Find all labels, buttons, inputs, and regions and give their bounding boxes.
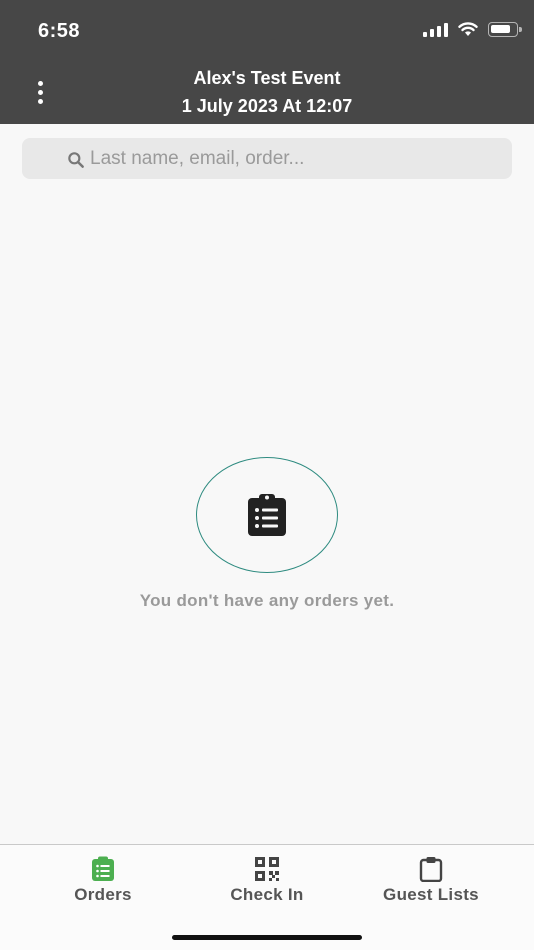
tab-check-in-label: Check In [230, 885, 304, 904]
clipboard-list-icon [248, 494, 286, 536]
qr-code-icon [253, 855, 281, 883]
clipboard-list-icon [89, 855, 117, 883]
app-header: 6:58 Alex's Test Event 1 July 2023 At 12… [0, 0, 534, 124]
search-icon [68, 152, 84, 168]
cellular-signal-icon [423, 22, 448, 37]
empty-state-message: You don't have any orders yet. [139, 591, 395, 610]
tab-check-in[interactable]: Check In [187, 855, 347, 905]
tab-orders-label: Orders [74, 885, 132, 904]
event-name: Alex's Test Event [193, 68, 341, 88]
status-time: 6:58 [38, 20, 81, 42]
status-icons [423, 22, 522, 37]
tab-guest-lists-label: Guest Lists [383, 885, 479, 904]
battery-icon [488, 22, 522, 37]
tab-orders[interactable]: Orders [23, 855, 183, 905]
tab-guest-lists[interactable]: Guest Lists [351, 855, 511, 905]
search-bar[interactable] [22, 138, 512, 179]
wifi-icon [458, 22, 478, 36]
clipboard-icon [417, 855, 445, 883]
empty-state-illustration [196, 457, 338, 573]
event-date: 1 July 2023 At 12:07 [181, 96, 353, 116]
search-input[interactable] [90, 138, 500, 179]
home-indicator[interactable] [172, 935, 362, 940]
event-title-block: Alex's Test Event 1 July 2023 At 12:07 [0, 64, 534, 120]
